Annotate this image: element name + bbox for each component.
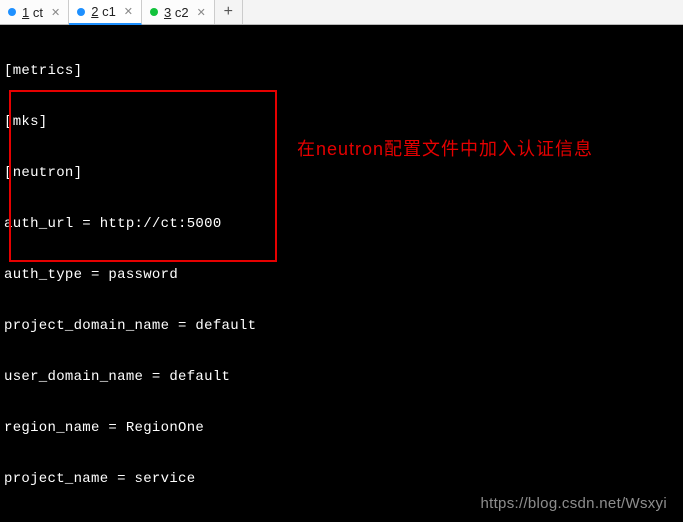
status-dot-icon	[77, 8, 85, 16]
tab-3[interactable]: 3 c2 ✕	[142, 0, 215, 24]
tab-2[interactable]: 2 c1 ✕	[69, 0, 142, 25]
terminal-line: auth_type = password	[4, 267, 681, 284]
close-icon[interactable]: ✕	[124, 5, 133, 18]
status-dot-icon	[8, 8, 16, 16]
annotation-text: 在neutron配置文件中加入认证信息	[297, 141, 593, 158]
terminal-line: [mks]	[4, 114, 681, 131]
terminal-line: auth_url = http://ct:5000	[4, 216, 681, 233]
status-dot-icon	[150, 8, 158, 16]
close-icon[interactable]: ✕	[51, 6, 60, 19]
terminal-output[interactable]: [metrics] [mks] [neutron] auth_url = htt…	[0, 25, 683, 522]
watermark: https://blog.csdn.net/Wsxyi	[480, 495, 667, 512]
tab-label: 3 c2	[164, 5, 189, 20]
terminal-line: [neutron]	[4, 165, 681, 182]
terminal-line: project_domain_name = default	[4, 318, 681, 335]
terminal-line: region_name = RegionOne	[4, 420, 681, 437]
tab-bar: 1 ct ✕ 2 c1 ✕ 3 c2 ✕ +	[0, 0, 683, 25]
terminal-line: user_domain_name = default	[4, 369, 681, 386]
close-icon[interactable]: ✕	[197, 6, 206, 19]
tab-label: 1 ct	[22, 5, 43, 20]
tab-1[interactable]: 1 ct ✕	[0, 0, 69, 24]
terminal-line: project_name = service	[4, 471, 681, 488]
tab-label: 2 c1	[91, 4, 116, 19]
add-tab-button[interactable]: +	[215, 0, 243, 24]
terminal-line: [metrics]	[4, 63, 681, 80]
